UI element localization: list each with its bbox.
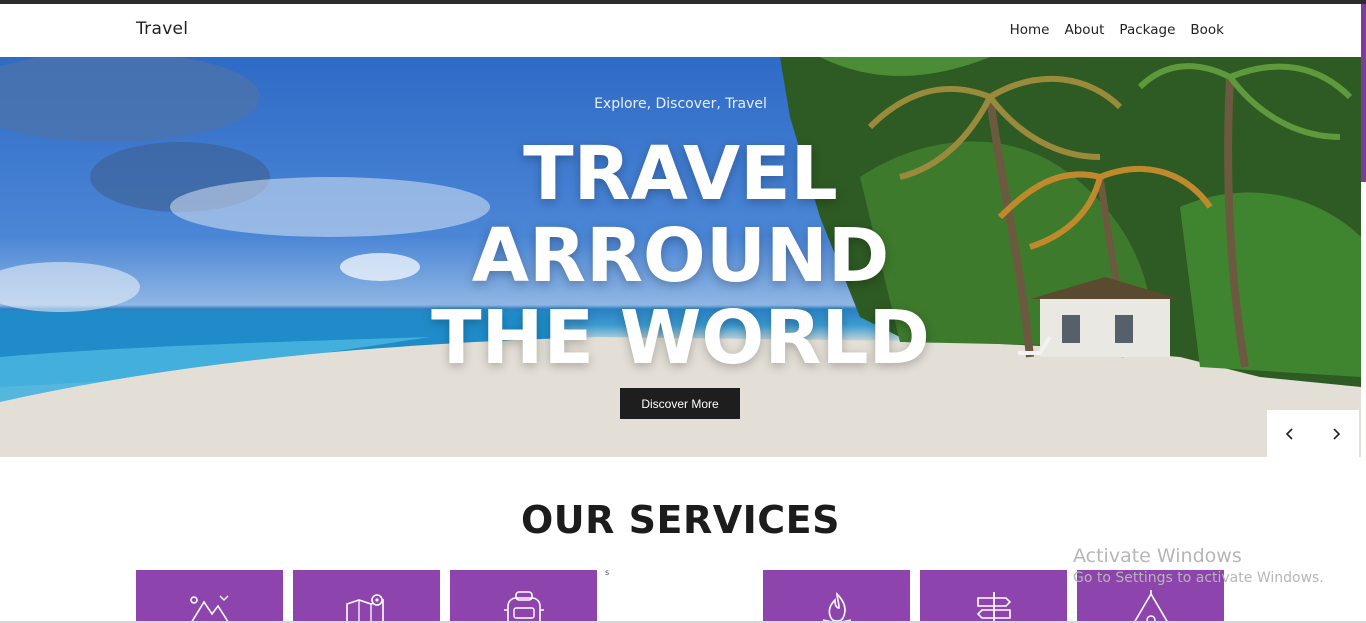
hero-title-line-1: TRAVEL: [523, 131, 838, 217]
nav-link-home[interactable]: Home: [1010, 22, 1050, 38]
nav-link-package[interactable]: Package: [1119, 22, 1175, 38]
watermark-line-2: Go to Settings to activate Windows.: [1073, 570, 1324, 586]
service-card-2[interactable]: [293, 570, 440, 623]
service-card-3[interactable]: [450, 570, 597, 623]
hero-subtitle: Explore, Discover, Travel: [594, 96, 767, 112]
hero-title-line-3: THE WORLD: [431, 295, 930, 381]
campfire-icon: [822, 592, 851, 623]
carousel-next-button[interactable]: [1313, 410, 1359, 457]
discover-more-button[interactable]: Discover More: [620, 388, 740, 419]
backpack-icon: [503, 591, 544, 623]
map-icon: [345, 594, 384, 623]
hero-banner: Explore, Discover, Travel TRAVEL ARROUND…: [0, 57, 1361, 457]
hero-title-line-2: ARROUND: [471, 213, 890, 299]
navbar: Travel Home About Package Book: [0, 4, 1361, 57]
watermark-line-1: Activate Windows: [1073, 545, 1242, 567]
chevron-right-icon: [1333, 427, 1341, 440]
tent-icon: [1132, 590, 1169, 623]
service-card-5[interactable]: [920, 570, 1067, 623]
scrollbar-thumb[interactable]: [1361, 4, 1366, 182]
chevron-left-icon: [1285, 427, 1293, 440]
carousel-prev-button[interactable]: [1267, 410, 1313, 457]
nav-link-about[interactable]: About: [1065, 22, 1105, 38]
nav-links: Home About Package Book: [1010, 22, 1224, 38]
service-card-1[interactable]: [136, 570, 283, 623]
stray-text: s: [605, 568, 610, 577]
brand-logo[interactable]: Travel: [136, 19, 188, 39]
hero-title: TRAVEL ARROUND THE WORLD: [0, 133, 1361, 379]
windows-activation-watermark: Activate Windows Go to Settings to activ…: [1073, 545, 1324, 586]
service-card-4[interactable]: [763, 570, 910, 623]
mountain-icon: [189, 595, 230, 623]
services-title: OUR SERVICES: [521, 498, 840, 542]
nav-link-book[interactable]: Book: [1190, 22, 1224, 38]
signpost-icon: [976, 592, 1011, 623]
hero-content: Explore, Discover, Travel TRAVEL ARROUND…: [0, 57, 1361, 457]
